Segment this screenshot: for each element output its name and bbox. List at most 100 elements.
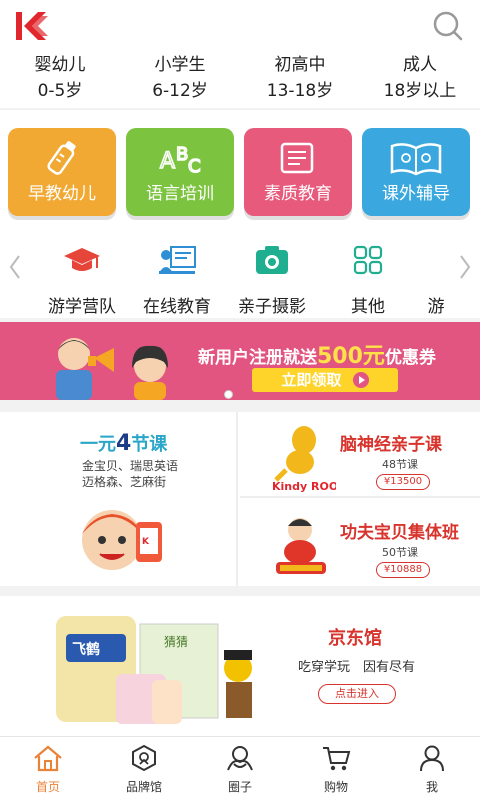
course-price: ¥10888 [376, 562, 430, 578]
service-label: 在线教育 [143, 297, 211, 317]
age-range: 18岁以上 [383, 81, 457, 101]
jd-products-illustration: 飞鹤 猜猜 [56, 616, 252, 724]
category-tiles: 早教幼儿 A B C 语言培训 素质教育 课外辅导 [0, 110, 480, 228]
category-label: 语言培训 [146, 184, 214, 204]
pager-dot[interactable] [240, 390, 249, 399]
pager-dot-active[interactable] [224, 390, 233, 399]
jd-store-title: 京东馆 [328, 628, 382, 649]
tab-label: 我 [425, 780, 438, 794]
kindyroo-course[interactable]: Kindy ROO 脑神经亲子课 48节课 ¥13500 [240, 412, 480, 498]
brands-line: 金宝贝、瑞思英语 [82, 459, 179, 473]
category-label: 早教幼儿 [28, 184, 96, 204]
chevron-left-icon[interactable] [6, 252, 24, 282]
one-yuan-promo[interactable]: 一元4节课 金宝贝、瑞思英语 迈格森、芝麻街 K [0, 412, 238, 586]
course-lessons: 48节课 [382, 458, 418, 471]
age-range: 6-12岁 [152, 81, 208, 101]
banner-pager [224, 384, 256, 403]
tab-label: 购物 [323, 780, 348, 794]
age-range: 13-18岁 [266, 81, 334, 101]
service-label: 亲子摄影 [238, 297, 306, 317]
tab-shopping[interactable]: 购物 [288, 737, 384, 800]
tab-home[interactable]: 首页 [0, 737, 96, 800]
title-suffix: 节课 [131, 434, 168, 455]
svg-text:A: A [160, 149, 175, 174]
service-icon-row: 游学营队 在线教育 亲子摄影 其他 游 [0, 228, 480, 318]
category-early-education[interactable]: 早教幼儿 [8, 128, 116, 216]
tab-circle[interactable]: 圈子 [192, 737, 288, 800]
one-yuan-title: 一元4节课 [80, 430, 167, 456]
tab-label: 圈子 [227, 780, 252, 794]
kangaroo-logo-icon: Kindy ROO [272, 426, 336, 493]
tab-me[interactable]: 我 [384, 737, 480, 800]
service-item-online-education[interactable]: 在线教育 [127, 240, 227, 317]
kungfu-baby-logo-icon [276, 518, 326, 574]
chevron-right-icon[interactable] [456, 252, 474, 282]
category-quality-education[interactable]: 素质教育 [244, 128, 352, 216]
claim-button[interactable]: 立即领取 [252, 368, 398, 392]
age-name: 初高中 [274, 55, 326, 75]
service-label: 其他 [351, 297, 385, 317]
service-item-family-photo[interactable]: 亲子摄影 [222, 240, 322, 317]
age-name: 小学生 [154, 55, 206, 75]
banner-headline: 新用户注册就送500元优惠券 [198, 338, 436, 370]
open-book-icon [390, 143, 442, 176]
kid-with-phone-illustration: K [82, 510, 162, 570]
jd-enter-button[interactable]: 点击进入 [318, 684, 396, 704]
banner-amount: 500元 [317, 344, 385, 369]
title-prefix: 一元 [80, 434, 116, 455]
banner-text-prefix: 新用户注册就送 [198, 348, 317, 368]
svg-text:飞鹤: 飞鹤 [72, 641, 100, 658]
jd-store-subtitle: 吃穿学玩 因有尽有 [298, 660, 416, 675]
age-range: 0-5岁 [37, 81, 83, 101]
online-teacher-icon [159, 246, 196, 274]
grid-icon [353, 245, 383, 275]
abc-icon: A B C [159, 143, 201, 178]
age-name: 成人 [403, 55, 437, 75]
course-price: ¥13500 [376, 474, 430, 490]
svg-text:猜猜: 猜猜 [164, 635, 188, 649]
category-language[interactable]: A B C 语言培训 [126, 128, 234, 216]
category-label: 课外辅导 [382, 184, 450, 204]
course-promo-section: 一元4节课 金宝贝、瑞思英语 迈格森、芝麻街 K Kindy ROO 脑神经亲子… [0, 412, 480, 586]
search-icon[interactable] [432, 10, 464, 42]
baby-bottle-icon [47, 141, 76, 175]
course-title: 脑神经亲子课 [340, 435, 442, 455]
tab-brands[interactable]: 品牌馆 [96, 737, 192, 800]
service-label: 游 [427, 297, 445, 317]
age-name: 婴幼儿 [34, 55, 86, 75]
tab-label: 首页 [35, 780, 60, 794]
one-yuan-brands: 金宝贝、瑞思英语 迈格森、芝麻街 [82, 458, 178, 490]
brands-line: 迈格森、芝麻街 [82, 475, 167, 489]
user-icon [420, 745, 444, 772]
banner-people-illustration [56, 338, 168, 400]
category-tutoring[interactable]: 课外辅导 [362, 128, 470, 216]
course-lessons: 50节课 [382, 546, 418, 559]
service-label: 游学营队 [48, 297, 116, 317]
service-item-other[interactable]: 其他 [318, 240, 418, 317]
brand-icon [132, 744, 156, 772]
tab-label: 品牌馆 [125, 780, 162, 794]
app-logo-icon[interactable] [14, 10, 50, 42]
age-tab-primary[interactable]: 小学生 6-12岁 [120, 52, 240, 108]
claim-button-label: 立即领取 [281, 371, 342, 389]
brand-mark: Kindy ROO [272, 480, 336, 493]
cart-icon [323, 747, 351, 771]
age-tab-infant[interactable]: 婴幼儿 0-5岁 [0, 52, 120, 108]
home-icon [34, 745, 62, 772]
graduation-cap-icon [64, 248, 100, 271]
jd-store-card[interactable]: 飞鹤 猜猜 京东馆 吃穿学玩 因有尽有 点击进入 [0, 596, 480, 736]
top-bar [0, 0, 480, 52]
category-label: 素质教育 [264, 184, 332, 204]
play-circle-icon [352, 372, 369, 388]
bottom-tab-bar: 首页 品牌馆 圈子 购物 我 [0, 736, 480, 800]
book-icon [280, 142, 314, 174]
title-number: 4 [116, 431, 132, 456]
age-tab-secondary[interactable]: 初高中 13-18岁 [240, 52, 360, 108]
age-tab-adult[interactable]: 成人 18岁以上 [360, 52, 480, 108]
service-item-study-tour[interactable]: 游学营队 [32, 240, 132, 317]
svg-text:B: B [176, 144, 188, 165]
age-filter: 婴幼儿 0-5岁 小学生 6-12岁 初高中 13-18岁 成人 18岁以上 [0, 52, 480, 108]
kungfu-baby-course[interactable]: 功夫宝贝集体班 50节课 ¥10888 [240, 500, 480, 586]
course-title: 功夫宝贝集体班 [340, 523, 459, 543]
camera-icon [256, 246, 288, 274]
